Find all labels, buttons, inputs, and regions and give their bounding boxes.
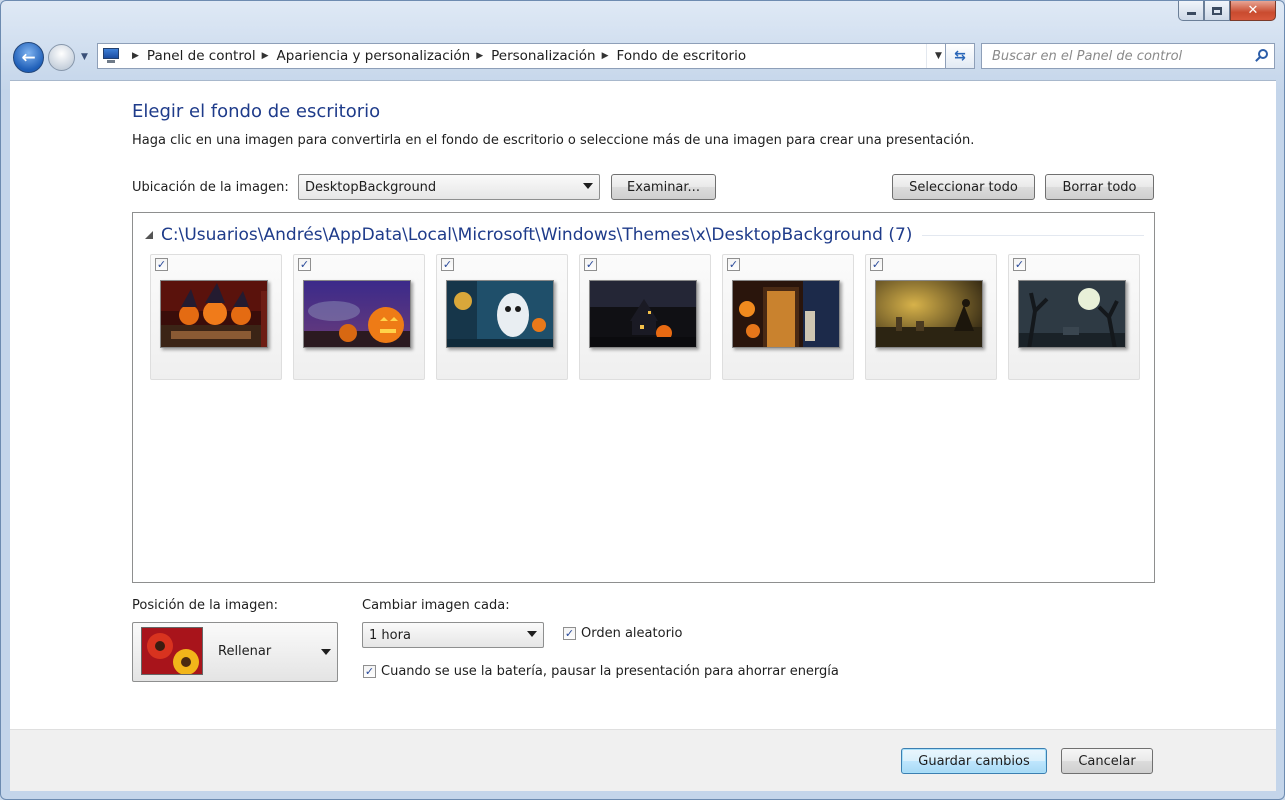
change-interval-dropdown[interactable]: 1 hora [362,622,544,648]
picture-position-value: Rellenar [218,644,272,659]
history-dropdown-icon[interactable]: ▼ [81,52,88,62]
breadcrumb-root-arrow[interactable]: ▶ [126,51,147,61]
cancel-button[interactable]: Cancelar [1061,748,1153,774]
close-icon: ✕ [1247,3,1259,18]
image-location-dropdown[interactable]: DesktopBackground [298,174,600,200]
chevron-down-icon [527,631,537,637]
select-all-button[interactable]: Seleccionar todo [892,174,1035,200]
chevron-down-icon [583,183,593,189]
browse-button[interactable]: Examinar... [611,174,716,200]
halloween-jack-o-lantern-purple-sky-image [303,280,411,348]
breadcrumb-item-desktop-background[interactable]: Fondo de escritorio [617,48,747,64]
breadcrumb-item-appearance[interactable]: Apariencia y personalización ▶ [277,48,492,64]
thumbnail-checkbox-3[interactable]: ✓ [441,258,454,271]
thumbnail-checkbox-2[interactable]: ✓ [298,258,311,271]
refresh-button[interactable]: ⇆ [945,43,975,69]
gallery-group-title: C:\Usuarios\Andrés\AppData\Local\Microso… [161,225,913,245]
battery-pause-option[interactable]: ✓ Cuando se use la batería, pausar la pr… [363,664,839,679]
page-description: Haga clic en una imagen para convertirla… [132,133,975,148]
navigation-bar: ← ▼ ▶ Panel de control ▶ Apariencia y per… [11,39,1275,75]
wallpaper-thumbnail-3[interactable]: ✓ [436,254,568,380]
battery-pause-label: Cuando se use la batería, pausar la pres… [381,664,839,679]
thumbnail-checkbox-6[interactable]: ✓ [870,258,883,271]
battery-pause-checkbox[interactable]: ✓ [363,665,376,678]
wallpaper-thumbnail-4[interactable]: ✓ [579,254,711,380]
wallpaper-thumbnail-7[interactable]: ✓ [1008,254,1140,380]
halloween-door-pumpkin-lanterns-image [732,280,840,348]
sunflower-preview-image [141,627,203,675]
maximize-button[interactable] [1204,1,1230,21]
chevron-down-icon [321,649,331,655]
shuffle-option[interactable]: ✓ Orden aleatorio [563,626,682,641]
window: ✕ ← ▼ ▶ Panel de control ▶ Apariencia y p… [0,0,1285,800]
halloween-ghost-blue-image [446,280,554,348]
forward-button[interactable] [48,44,75,71]
collapse-group-icon[interactable] [145,231,153,239]
clear-all-button[interactable]: Borrar todo [1045,174,1154,200]
control-panel-icon [102,48,122,64]
gallery-group-header[interactable]: C:\Usuarios\Andrés\AppData\Local\Microso… [145,225,1144,245]
refresh-icon: ⇆ [954,48,966,64]
change-interval-value: 1 hora [369,627,411,643]
maximize-icon [1212,6,1222,15]
search-box[interactable] [981,43,1275,69]
caption-buttons: ✕ [1178,1,1276,21]
dialog-footer: Guardar cambios Cancelar [10,729,1276,791]
breadcrumb-item-control-panel[interactable]: Panel de control ▶ [147,48,277,64]
thumbnail-checkbox-4[interactable]: ✓ [584,258,597,271]
back-arrow-icon: ← [21,47,36,68]
halloween-haunted-house-night-image [589,280,697,348]
back-button[interactable]: ← [13,42,44,73]
breadcrumb-item-personalization[interactable]: Personalización ▶ [491,48,616,64]
halloween-pumpkins-witch-hats-image [160,280,268,348]
shuffle-label: Orden aleatorio [581,626,683,641]
picture-position-label: Posición de la imagen: [132,598,279,613]
image-gallery[interactable]: C:\Usuarios\Andrés\AppData\Local\Microso… [132,212,1155,583]
thumbnail-row: ✓ ✓ ✓ ✓ ✓ ✓ ✓ [150,254,1151,380]
group-divider [922,234,1144,236]
change-interval-label: Cambiar imagen cada: [362,598,510,613]
halloween-graveyard-sunset-image [875,280,983,348]
search-icon[interactable] [1255,49,1268,62]
thumbnail-checkbox-5[interactable]: ✓ [727,258,740,271]
chevron-right-icon[interactable]: ▶ [602,51,609,61]
address-bar[interactable]: ▶ Panel de control ▶ Apariencia y persona… [97,43,951,69]
shuffle-checkbox[interactable]: ✓ [563,627,576,640]
search-input[interactable] [982,44,1237,68]
thumbnail-checkbox-7[interactable]: ✓ [1013,258,1026,271]
minimize-icon [1186,12,1196,15]
picture-position-dropdown[interactable]: Rellenar [132,622,338,682]
minimize-button[interactable] [1178,1,1204,21]
wallpaper-thumbnail-1[interactable]: ✓ [150,254,282,380]
chevron-right-icon[interactable]: ▶ [476,51,483,61]
content-area: Elegir el fondo de escritorio Haga clic … [10,80,1276,729]
wallpaper-thumbnail-6[interactable]: ✓ [865,254,997,380]
page-title: Elegir el fondo de escritorio [132,101,381,122]
halloween-moon-dead-trees-image [1018,280,1126,348]
close-button[interactable]: ✕ [1230,1,1276,21]
image-location-label: Ubicación de la imagen: [132,180,289,195]
image-location-value: DesktopBackground [305,179,437,195]
chevron-right-icon[interactable]: ▶ [262,51,269,61]
wallpaper-thumbnail-2[interactable]: ✓ [293,254,425,380]
save-changes-button[interactable]: Guardar cambios [901,748,1047,774]
thumbnail-checkbox-1[interactable]: ✓ [155,258,168,271]
wallpaper-thumbnail-5[interactable]: ✓ [722,254,854,380]
